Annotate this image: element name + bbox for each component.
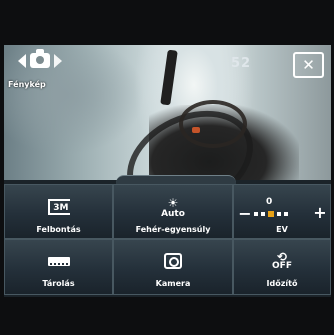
ev-minus-button[interactable]: − bbox=[237, 206, 253, 223]
white-balance-button[interactable]: ☀ Auto Fehér-egyensúly bbox=[113, 184, 233, 239]
timer-label: Időzítő bbox=[266, 279, 298, 288]
viewfinder-object bbox=[179, 100, 247, 148]
chevron-left-icon[interactable] bbox=[18, 53, 26, 68]
ev-plus-button[interactable]: + bbox=[312, 205, 328, 222]
ev-tick bbox=[261, 212, 265, 216]
resolution-icon: 3M bbox=[47, 199, 70, 215]
ev-tick bbox=[284, 212, 288, 216]
ev-indicator bbox=[268, 211, 274, 217]
ev-tick bbox=[277, 212, 281, 216]
camera-label: Kamera bbox=[155, 279, 191, 288]
camera-switch-button[interactable]: Kamera bbox=[113, 239, 233, 295]
timer-icon: ⟲ OFF bbox=[272, 251, 292, 271]
camera-icon[interactable] bbox=[30, 49, 50, 68]
mode-label: Fénykép bbox=[8, 80, 46, 89]
white-balance-icon-text: Auto bbox=[161, 209, 185, 219]
settings-panel: 3M Felbontás ☀ Auto Fehér-egyensúly − 0 … bbox=[4, 175, 331, 297]
ev-value: 0 bbox=[266, 197, 273, 207]
white-balance-label: Fehér-egyensúly bbox=[135, 225, 211, 234]
sun-icon: ☀ bbox=[167, 196, 179, 210]
mode-switcher bbox=[18, 49, 62, 68]
timer-button[interactable]: ⟲ OFF Időzítő bbox=[233, 239, 331, 295]
ev-tick bbox=[254, 212, 258, 216]
ev-label: EV bbox=[276, 225, 288, 234]
resolution-label: Felbontás bbox=[36, 225, 81, 234]
memory-card-icon bbox=[47, 257, 70, 266]
ev-control: − 0 + EV bbox=[233, 184, 331, 239]
storage-label: Tárolás bbox=[42, 279, 75, 288]
white-balance-icon: ☀ Auto bbox=[161, 197, 185, 219]
camera-screen: Fénykép 52 ✕ 3M Felbontás ☀ Auto Fehér-e… bbox=[0, 0, 334, 335]
ev-slider[interactable] bbox=[254, 211, 296, 217]
camera-switch-icon bbox=[164, 253, 182, 269]
close-button[interactable]: ✕ bbox=[293, 52, 324, 78]
timer-icon-text: OFF bbox=[272, 261, 292, 271]
storage-button[interactable]: Tárolás bbox=[4, 239, 113, 295]
chevron-right-icon[interactable] bbox=[54, 53, 62, 68]
shots-remaining: 52 bbox=[231, 56, 252, 71]
viewfinder-object bbox=[192, 127, 200, 133]
close-icon: ✕ bbox=[302, 55, 315, 74]
resolution-button[interactable]: 3M Felbontás bbox=[4, 184, 113, 239]
viewfinder-object bbox=[160, 49, 178, 106]
